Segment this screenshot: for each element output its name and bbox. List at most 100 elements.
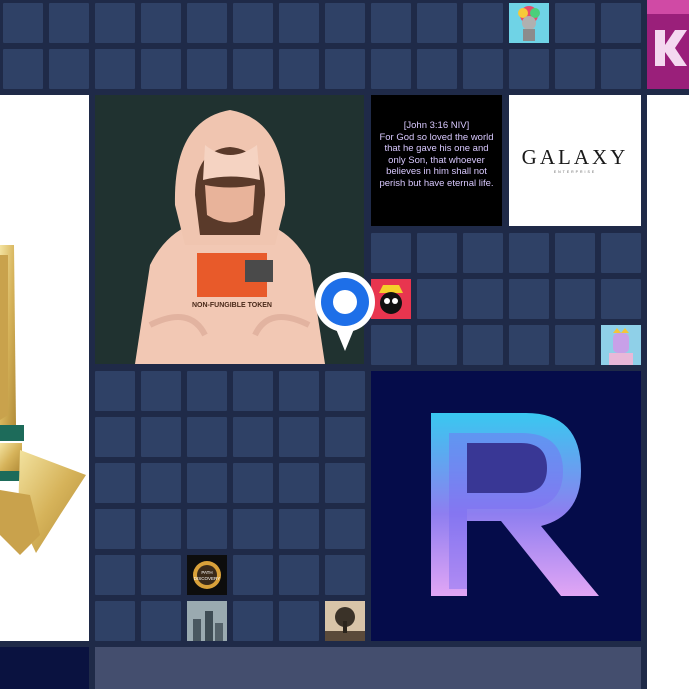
pink-letters-icon (647, 0, 689, 89)
grid-cell[interactable] (187, 49, 227, 89)
grid-cell[interactable] (371, 233, 411, 273)
grid-cell[interactable] (463, 49, 503, 89)
grid-cell[interactable] (417, 49, 457, 89)
grid-cell[interactable] (141, 601, 181, 641)
grid-cell[interactable] (555, 49, 595, 89)
grid-cell[interactable] (325, 371, 365, 411)
trophy-icon (0, 245, 86, 555)
grid-cell[interactable] (555, 233, 595, 273)
grid-cell[interactable] (279, 601, 319, 641)
svg-text:NON-FUNGIBLE TOKEN: NON-FUNGIBLE TOKEN (192, 302, 272, 309)
grid-cell[interactable] (187, 509, 227, 549)
nft-thumb-ruins[interactable] (187, 601, 227, 641)
grid-cell[interactable] (279, 555, 319, 595)
grid-cell[interactable] (325, 555, 365, 595)
grid-cell[interactable] (95, 3, 135, 43)
grid-cell[interactable] (279, 3, 319, 43)
grid-cell[interactable] (509, 49, 549, 89)
grid-cell[interactable] (141, 371, 181, 411)
grid-cell[interactable] (95, 555, 135, 595)
grid-cell[interactable] (141, 3, 181, 43)
ruins-icon (187, 601, 227, 641)
grid-cell[interactable] (233, 417, 273, 457)
nft-thumb-rainbow-koala[interactable] (509, 3, 549, 43)
nft-tile-trophy[interactable] (0, 95, 89, 641)
grid-cell[interactable] (279, 49, 319, 89)
nft-tile-bottom-left[interactable] (0, 647, 89, 689)
grid-cell[interactable] (279, 417, 319, 457)
grid-cell[interactable] (95, 509, 135, 549)
grid-cell[interactable] (601, 233, 641, 273)
grid-cell[interactable] (233, 371, 273, 411)
grid-cell[interactable] (417, 279, 457, 319)
grid-cell[interactable] (371, 49, 411, 89)
nft-thumb-tree-sunset[interactable] (325, 601, 365, 641)
grid-cell[interactable] (233, 555, 273, 595)
nft-tile-pink-partial[interactable] (647, 0, 689, 89)
grid-cell[interactable] (279, 371, 319, 411)
grid-cell[interactable] (417, 325, 457, 365)
grid-cell[interactable] (417, 3, 457, 43)
grid-cell[interactable] (463, 233, 503, 273)
grid-cell[interactable] (371, 3, 411, 43)
grid-cell[interactable] (371, 325, 411, 365)
grid-cell[interactable] (233, 49, 273, 89)
grid-cell[interactable] (279, 509, 319, 549)
grid-cell[interactable] (463, 325, 503, 365)
grid-cell[interactable] (555, 279, 595, 319)
grid-cell[interactable] (233, 3, 273, 43)
nft-grid-board: NON-FUNGIBLE TOKEN [John 3:16 NIV] For G… (0, 0, 689, 689)
grid-cell[interactable] (325, 463, 365, 503)
map-pin-icon (315, 272, 375, 351)
grid-cell[interactable] (601, 3, 641, 43)
svg-text:DISCOVERY: DISCOVERY (194, 576, 220, 581)
grid-cell[interactable] (233, 509, 273, 549)
nft-tile-bible-verse[interactable]: [John 3:16 NIV] For God so loved the wor… (371, 95, 502, 226)
grid-cell[interactable] (509, 325, 549, 365)
grid-cell[interactable] (95, 49, 135, 89)
grid-cell[interactable] (187, 417, 227, 457)
grid-cell[interactable] (187, 371, 227, 411)
grid-cell[interactable] (141, 417, 181, 457)
grid-cell[interactable] (49, 3, 89, 43)
location-marker-pin[interactable] (314, 271, 376, 353)
galaxy-logo-text: GALAXY (521, 145, 629, 169)
grid-cell[interactable] (49, 49, 89, 89)
nft-tile-galaxy[interactable]: GALAXY ENTERPRISE (509, 95, 641, 226)
grid-cell[interactable] (325, 509, 365, 549)
grid-cell[interactable] (601, 279, 641, 319)
grid-cell[interactable] (141, 49, 181, 89)
grid-cell[interactable] (601, 49, 641, 89)
nft-thumb-crown-character[interactable] (601, 325, 641, 365)
grid-cell[interactable] (141, 555, 181, 595)
grid-cell[interactable] (279, 463, 319, 503)
nft-thumb-path-discovery[interactable]: PATH DISCOVERY (187, 555, 227, 595)
grid-cell[interactable] (463, 279, 503, 319)
grid-cell[interactable] (95, 371, 135, 411)
grid-cell[interactable] (463, 3, 503, 43)
grid-cell[interactable] (233, 463, 273, 503)
grid-cell[interactable] (509, 279, 549, 319)
nft-tile-r-logo[interactable] (371, 371, 641, 641)
grid-cell[interactable] (555, 325, 595, 365)
grid-cell[interactable] (187, 463, 227, 503)
grid-cell[interactable] (325, 3, 365, 43)
grid-cell[interactable] (95, 463, 135, 503)
nft-thumb-yellow-hat[interactable] (371, 279, 411, 319)
grid-cell[interactable] (3, 49, 43, 89)
grid-cell[interactable] (141, 463, 181, 503)
grid-cell[interactable] (95, 601, 135, 641)
grid-cell[interactable] (233, 601, 273, 641)
bottom-gray-tile[interactable] (95, 647, 641, 689)
grid-cell[interactable] (417, 233, 457, 273)
grid-cell[interactable] (3, 3, 43, 43)
grid-cell[interactable] (509, 233, 549, 273)
grid-cell[interactable] (95, 417, 135, 457)
grid-cell[interactable] (141, 509, 181, 549)
grid-cell[interactable] (325, 49, 365, 89)
grid-cell[interactable] (187, 3, 227, 43)
grid-cell[interactable] (325, 417, 365, 457)
nft-tile-right-partial[interactable] (647, 95, 689, 689)
grid-cell[interactable] (555, 3, 595, 43)
verse-text: For God so loved the world that he gave … (379, 131, 494, 189)
